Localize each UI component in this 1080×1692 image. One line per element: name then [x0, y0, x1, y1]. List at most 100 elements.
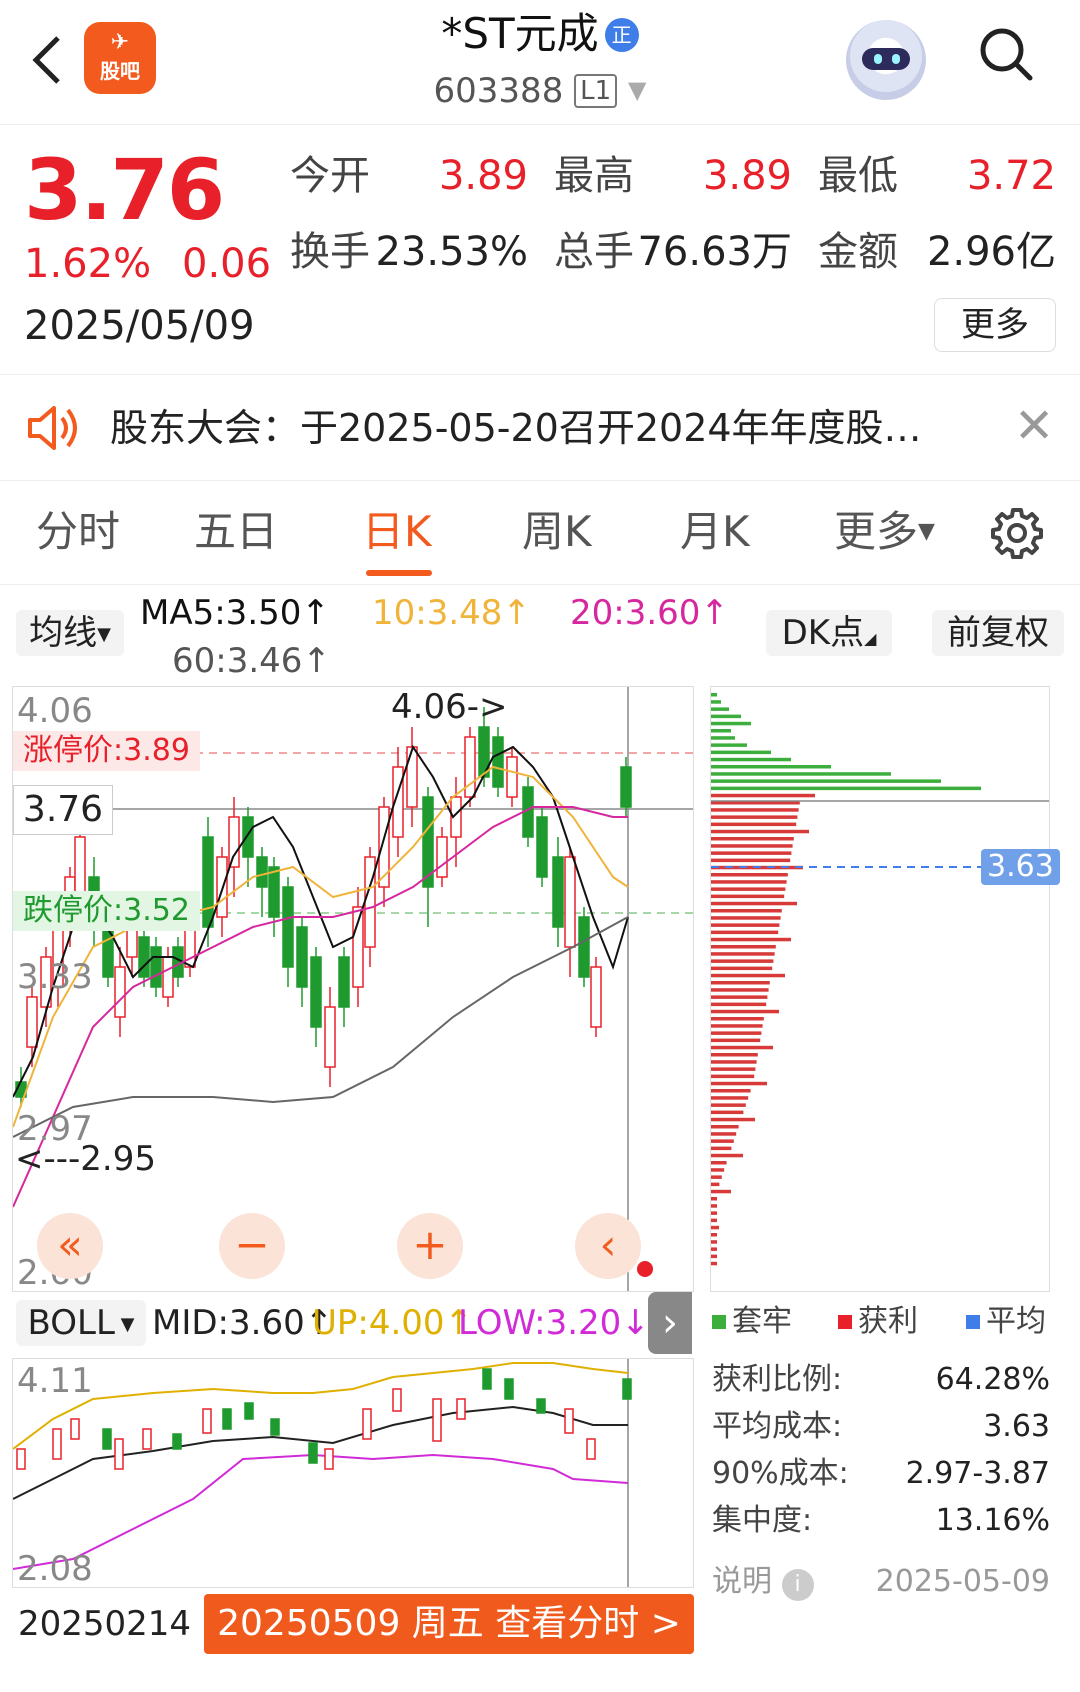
boll-selector[interactable]: BOLL ▼: [16, 1300, 146, 1346]
boll-candle-up: [16, 1448, 26, 1470]
verified-badge: 正: [604, 18, 639, 52]
kline-chart[interactable]: 4.06 3.33 2.97 2.60 涨停价:3.89 跌停价:3.52 3.…: [12, 686, 694, 1293]
chip-bar-profit: [711, 1110, 744, 1115]
rewind-fast-button[interactable]: «: [37, 1213, 103, 1279]
boll-candle-up: [362, 1408, 372, 1440]
chip-distribution-chart[interactable]: 3.63: [710, 686, 1060, 1292]
chip-stat-concentration: 集中度: 13.16%: [712, 1501, 1050, 1541]
limit-up-price: 涨停价:3.89: [13, 731, 200, 771]
chip-bar-profit: [711, 1017, 764, 1021]
dk-point-button[interactable]: DK点◢: [766, 610, 892, 656]
change-value: 0.06: [182, 241, 272, 287]
chip-bar-profit: [711, 952, 775, 956]
chip-legend-average: 平均: [966, 1302, 1046, 1342]
tab-intraday[interactable]: 分时: [36, 504, 120, 560]
level-badge: L1: [574, 74, 618, 108]
chip-bar-trapped: [711, 772, 891, 776]
green-square-icon: [712, 1315, 726, 1329]
zoom-out-button[interactable]: −: [219, 1213, 285, 1279]
tab-daily-k[interactable]: 日K: [362, 504, 432, 560]
chip-bar-trapped: [711, 779, 941, 783]
kline-plot: [12, 687, 693, 1291]
close-icon[interactable]: ✕: [1014, 398, 1054, 454]
chip-bar-profit: [711, 873, 788, 877]
boll-candle-down: [504, 1378, 514, 1400]
candle-up: [590, 966, 602, 1028]
candle-up: [114, 966, 126, 1018]
zoom-in-button[interactable]: +: [397, 1213, 463, 1279]
candle-up: [26, 996, 38, 1048]
chip-legend-trapped-label: 套牢: [732, 1304, 792, 1339]
boll-mid-line: [12, 1405, 628, 1500]
chip-bar-profit: [711, 1247, 717, 1251]
boll-candle-up: [70, 1418, 80, 1440]
current-price-tag: 3.76: [13, 785, 113, 835]
chip-bar-profit: [711, 1002, 767, 1007]
y-axis-label: 3.33: [17, 957, 93, 997]
chip-bar-trapped: [711, 693, 717, 697]
scroll-left-button[interactable]: ‹: [575, 1213, 641, 1279]
chip-bar-profit: [711, 1168, 725, 1172]
stat-label: 集中度:: [712, 1503, 813, 1538]
chip-bar-profit: [711, 988, 769, 992]
boll-candle-down: [172, 1433, 182, 1450]
tab-five-day[interactable]: 五日: [194, 504, 278, 560]
chip-bar-trapped: [711, 707, 729, 711]
candle-down: [310, 956, 322, 1028]
top-bar: ✈ 股吧 *ST元成正 603388 L1 ▼: [0, 0, 1080, 125]
turnover-value: 23.53%: [375, 229, 528, 275]
expand-panel-button[interactable]: ›: [648, 1292, 692, 1354]
candle-up: [162, 956, 174, 998]
tab-monthly-k[interactable]: 月K: [680, 504, 750, 560]
chip-bar-profit: [711, 1240, 717, 1244]
view-intraday-button[interactable]: 20250509 周五 查看分时 >: [204, 1594, 694, 1654]
settings-gear-icon[interactable]: [990, 506, 1044, 560]
boll-candle-down: [536, 1398, 546, 1414]
chip-bar-profit: [711, 1225, 719, 1230]
search-icon[interactable]: [978, 26, 1034, 82]
boll-lower-line: [12, 1453, 629, 1570]
chip-bar-profit: [711, 1132, 737, 1136]
divider: [0, 480, 1080, 481]
note-label: 说明: [712, 1564, 772, 1599]
amount-label: 金额: [818, 229, 898, 275]
chip-bar-profit: [711, 937, 791, 942]
boll-candle-up: [52, 1428, 62, 1460]
tab-weekly-k[interactable]: 周K: [522, 504, 592, 560]
indicator-selector[interactable]: 均线▼: [16, 610, 124, 656]
open-label: 今开: [290, 153, 370, 199]
robot-assistant-icon[interactable]: [846, 20, 926, 100]
boll-chart[interactable]: 4.11 2.08: [12, 1358, 694, 1589]
chip-note-row[interactable]: 说明 i 2025-05-09: [712, 1562, 1050, 1602]
active-tab-indicator: [366, 570, 432, 576]
chip-bar-trapped: [711, 786, 981, 791]
stock-code: 603388: [433, 71, 564, 111]
boll-candle-up: [324, 1448, 334, 1470]
boll-candle-up: [114, 1438, 124, 1470]
chip-bar-profit: [711, 851, 792, 855]
adjust-mode-button[interactable]: 前复权: [932, 610, 1064, 656]
chip-bar-profit: [711, 1197, 717, 1201]
volume-value: 76.63万: [637, 229, 792, 275]
chip-bar-profit: [711, 793, 815, 798]
chip-bar-profit: [711, 1175, 722, 1179]
chip-bar-profit: [711, 1125, 739, 1129]
candle-down: [296, 926, 308, 988]
chip-bar-profit: [711, 822, 797, 827]
boll-candle-up: [392, 1388, 402, 1412]
stat-value: 3.63: [983, 1409, 1050, 1444]
tab-more[interactable]: 更多▼: [834, 504, 935, 560]
chart-start-date: 20250214: [18, 1604, 192, 1644]
chip-bar-profit: [711, 1103, 746, 1107]
divider: [0, 374, 1080, 375]
low-label: 最低: [818, 153, 898, 199]
chip-bar-profit: [711, 916, 781, 920]
chip-legend-average-label: 平均: [986, 1304, 1046, 1339]
chip-bar-profit: [711, 1053, 758, 1057]
chip-bar-profit: [711, 1009, 779, 1014]
caret-down-icon: ▼: [97, 624, 111, 645]
boll-candle-down: [308, 1442, 318, 1464]
boll-y-bottom: 2.08: [17, 1549, 93, 1589]
announcement-bar[interactable]: 股东大会：于2025-05-20召开2024年年度股东... ✕: [0, 376, 1080, 480]
more-quote-button[interactable]: 更多: [934, 298, 1056, 352]
